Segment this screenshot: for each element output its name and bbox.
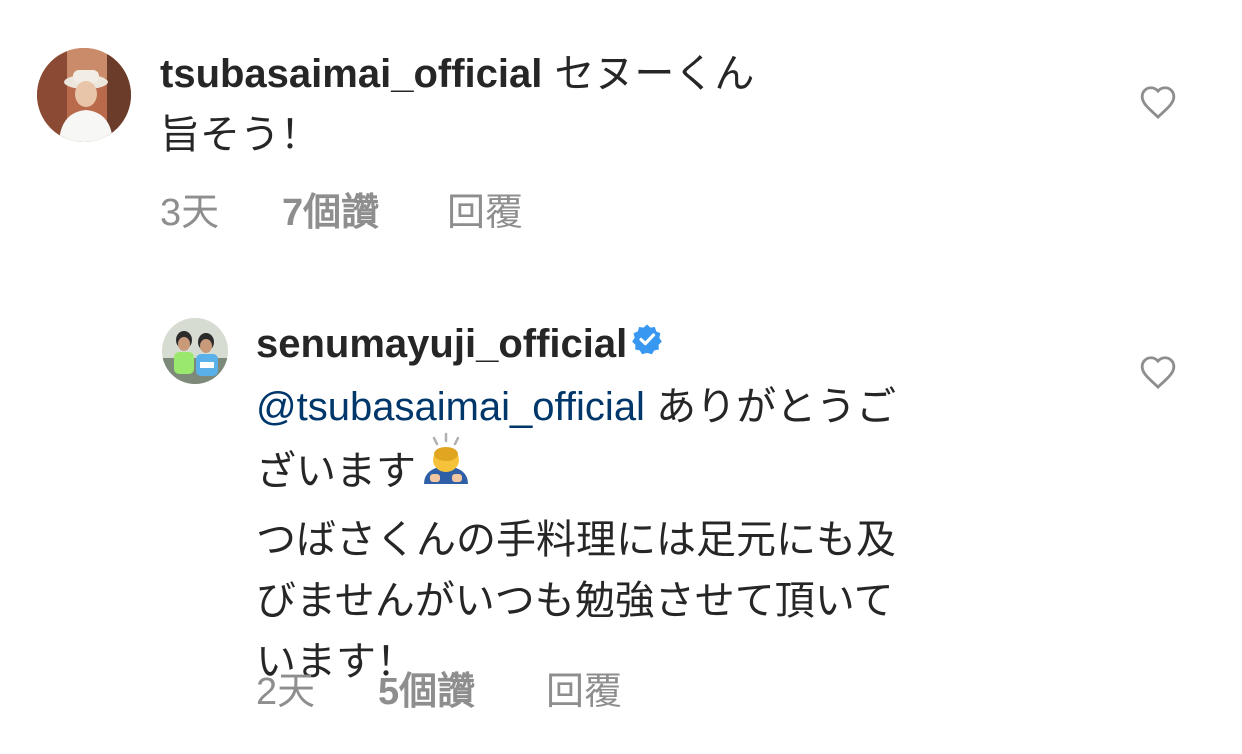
comment-body-line2: 旨そう！: [160, 113, 320, 157]
avatar-tsubasaimai[interactable]: [37, 48, 131, 142]
comment-senumayuji: senumayuji_official @tsubasaimai_officia…: [0, 290, 1242, 730]
comment-meta: 3天 7個讚 回覆: [160, 181, 523, 236]
heart-outline-icon[interactable]: [1139, 84, 1177, 120]
avatar-senumayuji[interactable]: [162, 318, 228, 384]
comment-time: 3天: [160, 191, 220, 234]
comment-body-line3: つばさくんの手料理には足元にも及: [256, 517, 896, 562]
comment-likes[interactable]: 7個讚: [282, 181, 447, 236]
comment-username[interactable]: senumayuji_official: [256, 322, 627, 366]
verified-badge-icon: [631, 312, 663, 373]
comment-likes[interactable]: 5個讚: [378, 660, 546, 715]
comment-time: 2天: [256, 670, 316, 713]
person-bowing-emoji: [420, 432, 472, 504]
comment-body-line2: ざいます: [256, 449, 416, 494]
comment-body-line1: セヌーくん: [554, 52, 755, 96]
comment-text: tsubasaimai_official セヌーくん 旨そう！: [160, 44, 1080, 166]
heart-outline-icon[interactable]: [1139, 354, 1177, 390]
comment-body-line4: びませんがいつも勉強させて頂いて: [256, 578, 894, 623]
comment-body-line1: ありがとうご: [656, 384, 897, 429]
comment-username[interactable]: tsubasaimai_official: [160, 52, 542, 96]
mention-link[interactable]: @tsubasaimai_official: [256, 385, 645, 429]
comment-tsubasaimai: tsubasaimai_official セヌーくん 旨そう！ 3天 7個讚 回覆: [0, 0, 1242, 260]
reply-button[interactable]: 回覆: [546, 660, 622, 715]
comment-text: senumayuji_official @tsubasaimai_officia…: [256, 314, 1056, 693]
comment-meta: 2天 5個讚 回覆: [256, 660, 622, 715]
reply-button[interactable]: 回覆: [447, 181, 523, 236]
